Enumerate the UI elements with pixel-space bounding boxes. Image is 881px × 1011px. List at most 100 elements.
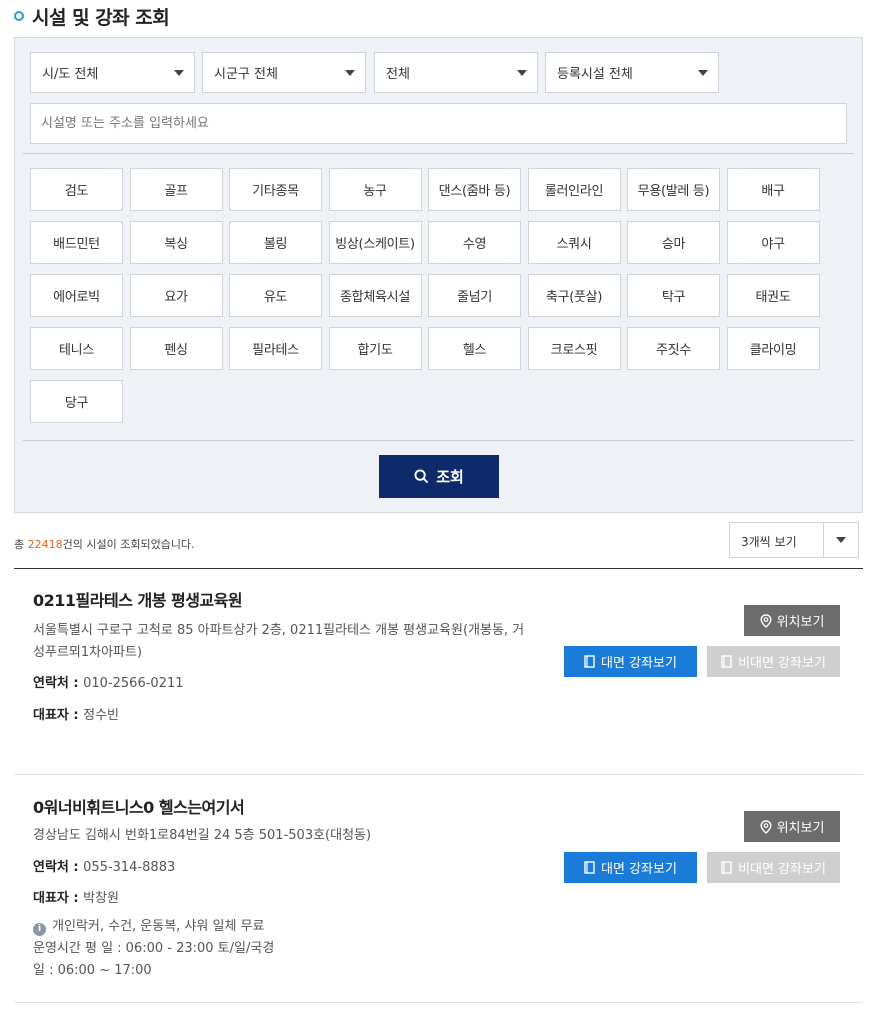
category-button[interactable]: 복싱 [129,221,223,264]
divider [14,1002,863,1003]
facility-representative: 대표자 : 박창원 [33,887,119,906]
category-button[interactable]: 필라테스 [229,327,322,370]
facility-address-line: 서울특별시 구로구 고척로 85 아파트상가 2층, 0211필라테스 개봉 평… [33,623,525,638]
map-pin-icon [760,613,772,628]
location-button-label: 위치보기 [776,615,825,630]
category-button[interactable]: 검도 [30,168,123,211]
type-select-value: 전체 [386,67,410,82]
chevron-down-icon [698,70,708,76]
result-count-prefix: 총 [14,538,28,551]
offline-course-button-label: 대면 강좌보기 [601,656,677,671]
type-select[interactable]: 전체 [374,52,538,93]
category-button[interactable]: 야구 [726,221,820,264]
chevron-down-icon [517,70,527,76]
online-course-button[interactable]: 비대면 강좌보기 [707,852,840,883]
page-title: 시설 및 강좌 조회 [32,6,170,29]
facility-note-line: 운영시간 평 일 : 06:00 - 23:00 토/일/국경 [33,941,275,956]
category-button[interactable]: 롤러인라인 [527,168,621,211]
per-page-value: 3개씩 보기 [741,535,797,549]
category-button[interactable]: 기타종목 [229,168,322,211]
category-button[interactable]: 배드민턴 [30,221,123,264]
location-button-label: 위치보기 [776,821,825,836]
location-button[interactable]: 위치보기 [744,811,840,842]
location-button[interactable]: 위치보기 [744,605,840,636]
book-icon [584,861,595,874]
rep-label: 대표자 : [33,891,84,906]
category-button[interactable]: 줄넘기 [428,274,521,317]
facility-contact: 연락처 : 010-2566-0211 [33,672,184,691]
category-button[interactable]: 골프 [129,168,223,211]
category-button[interactable]: 클라이밍 [726,327,820,370]
category-button[interactable]: 합기도 [328,327,422,370]
rep-label: 대표자 : [33,708,84,723]
divider [14,774,863,775]
facility-note-line: 일 : 06:00 ~ 17:00 [33,963,152,978]
keyword-input[interactable] [30,103,847,144]
result-count: 총 22418건의 시설이 조회되었습니다. [14,536,195,552]
contact-label: 연락처 : [33,676,84,691]
registered-select[interactable]: 등록시설 전체 [545,52,719,93]
category-button[interactable]: 에어로빅 [30,274,123,317]
category-button[interactable]: 배구 [726,168,820,211]
result-count-number: 22418 [27,538,63,551]
category-button[interactable]: 테니스 [30,327,123,370]
book-icon [721,655,732,668]
category-button[interactable]: 종합체육시설 [328,274,422,317]
per-page-select[interactable]: 3개씩 보기 [729,522,859,558]
rep-value: 정수빈 [83,708,120,723]
divider [23,440,854,441]
category-button[interactable]: 농구 [328,168,422,211]
result-count-suffix: 건의 시설이 조회되었습니다. [62,538,195,551]
registered-select-value: 등록시설 전체 [557,67,633,82]
facility-contact: 연락처 : 055-314-8883 [33,856,175,875]
map-pin-icon [760,819,772,834]
offline-course-button-label: 대면 강좌보기 [601,862,677,877]
category-button[interactable]: 댄스(줌바 등) [428,168,521,211]
sigungu-select[interactable]: 시군구 전체 [202,52,366,93]
category-button[interactable]: 스쿼시 [527,221,621,264]
search-button[interactable]: 조회 [379,455,499,498]
list-top-border [14,568,863,569]
category-button[interactable]: 요가 [129,274,223,317]
facility-address: 경상남도 김해시 번화1로84번길 24 5층 501-503호(대청동) [33,825,553,847]
category-button[interactable]: 볼링 [229,221,322,264]
search-button-label: 조회 [436,468,464,486]
category-button[interactable]: 당구 [30,380,123,423]
divider [823,523,824,557]
divider [23,153,854,154]
category-button[interactable]: 수영 [428,221,521,264]
sido-select-value: 시/도 전체 [42,67,99,82]
category-button[interactable]: 유도 [229,274,322,317]
offline-course-button[interactable]: 대면 강좌보기 [564,852,697,883]
category-button[interactable]: 태권도 [726,274,820,317]
category-button[interactable]: 빙상(스케이트) [328,221,422,264]
facility-address-line: 성푸르뫼1차아파트) [33,645,143,660]
online-course-button-label: 비대면 강좌보기 [738,862,826,877]
facility-note: i 개인락커, 수건, 운동복, 샤워 일체 무료 운영시간 평 일 : 06:0… [33,916,333,982]
sigungu-select-value: 시군구 전체 [214,67,278,82]
page-title-row: 시설 및 강좌 조회 [14,4,170,29]
online-course-button-label: 비대면 강좌보기 [738,656,826,671]
book-icon [721,861,732,874]
facility-name: 0211필라테스 개봉 평생교육원 [33,591,243,610]
category-button[interactable]: 무용(발레 등) [627,168,720,211]
chevron-down-icon [345,70,355,76]
facility-representative: 대표자 : 정수빈 [33,704,119,723]
category-button[interactable]: 헬스 [428,327,521,370]
contact-value: 010-2566-0211 [83,676,184,691]
category-button[interactable]: 탁구 [627,274,720,317]
chevron-down-icon [836,537,846,543]
category-button[interactable]: 축구(풋살) [527,274,621,317]
category-button[interactable]: 승마 [627,221,720,264]
search-icon [414,469,429,484]
category-button[interactable]: 주짓수 [627,327,720,370]
sido-select[interactable]: 시/도 전체 [30,52,195,93]
facility-name: 0워너비휘트니스0 헬스는여기서 [33,798,245,817]
rep-value: 박창원 [83,891,120,906]
info-icon: i [33,923,46,936]
category-button[interactable]: 펜싱 [129,327,223,370]
offline-course-button[interactable]: 대면 강좌보기 [564,646,697,677]
category-grid: 검도 골프 기타종목 농구 댄스(줌바 등) 롤러인라인 무용(발레 등) 배구배드민턴 복싱 볼… [30,168,830,423]
category-button[interactable]: 크로스핏 [527,327,621,370]
online-course-button[interactable]: 비대면 강좌보기 [707,646,840,677]
